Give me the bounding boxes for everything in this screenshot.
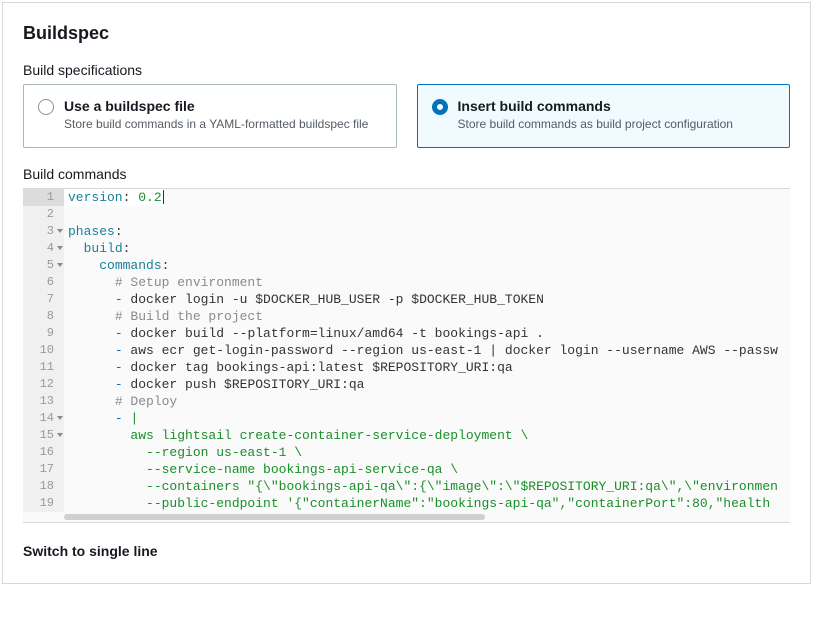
code-line[interactable]: 12 - docker push $REPOSITORY_URI:qa [23, 376, 790, 393]
code-line[interactable]: 10 - aws ecr get-login-password --region… [23, 342, 790, 359]
line-number: 1 [23, 189, 64, 206]
code-line[interactable]: 17 --service-name bookings-api-service-q… [23, 461, 790, 478]
option-desc: Store build commands in a YAML-formatted… [64, 117, 368, 133]
fold-icon[interactable] [57, 263, 63, 267]
switch-to-single-line-button[interactable]: Switch to single line [23, 543, 790, 559]
code-line[interactable]: 14 - | [23, 410, 790, 427]
line-number: 16 [23, 444, 64, 461]
line-number: 2 [23, 206, 64, 223]
code-content[interactable]: - | [64, 410, 138, 427]
option-title: Use a buildspec file [64, 97, 368, 115]
line-number: 12 [23, 376, 64, 393]
code-line[interactable]: 18 --containers "{\"bookings-api-qa\":{\… [23, 478, 790, 495]
code-content[interactable]: --containers "{\"bookings-api-qa\":{\"im… [64, 478, 778, 495]
line-number: 14 [23, 410, 64, 427]
fold-icon[interactable] [57, 416, 63, 420]
option-title: Insert build commands [458, 97, 733, 115]
code-line[interactable]: 13 # Deploy [23, 393, 790, 410]
code-line[interactable]: 19 --public-endpoint '{"containerName":"… [23, 495, 790, 512]
code-content[interactable]: --service-name bookings-api-service-qa \ [64, 461, 458, 478]
code-content[interactable]: build: [64, 240, 130, 257]
code-content[interactable]: - docker login -u $DOCKER_HUB_USER -p $D… [64, 291, 544, 308]
editor-horizontal-scrollbar[interactable] [64, 512, 790, 522]
code-content[interactable]: - docker push $REPOSITORY_URI:qa [64, 376, 364, 393]
panel-title: Buildspec [23, 23, 790, 44]
build-spec-label: Build specifications [23, 62, 790, 78]
line-number: 18 [23, 478, 64, 495]
option-use-buildspec-file[interactable]: Use a buildspec file Store build command… [23, 84, 397, 148]
line-number: 7 [23, 291, 64, 308]
code-line[interactable]: 15 aws lightsail create-container-servic… [23, 427, 790, 444]
option-desc: Store build commands as build project co… [458, 117, 733, 133]
line-number: 3 [23, 223, 64, 240]
line-number: 19 [23, 495, 64, 512]
code-line[interactable]: 2 [23, 206, 790, 223]
radio-icon [38, 99, 54, 115]
code-content[interactable]: - aws ecr get-login-password --region us… [64, 342, 778, 359]
code-content[interactable]: aws lightsail create-container-service-d… [64, 427, 528, 444]
code-line[interactable]: 3phases: [23, 223, 790, 240]
line-number: 5 [23, 257, 64, 274]
line-number: 13 [23, 393, 64, 410]
code-content[interactable]: phases: [64, 223, 123, 240]
code-content[interactable]: commands: [64, 257, 169, 274]
code-line[interactable]: 7 - docker login -u $DOCKER_HUB_USER -p … [23, 291, 790, 308]
code-line[interactable]: 11 - docker tag bookings-api:latest $REP… [23, 359, 790, 376]
code-line[interactable]: 4 build: [23, 240, 790, 257]
code-content[interactable]: version: 0.2 [64, 189, 164, 206]
buildspec-panel: Buildspec Build specifications Use a bui… [2, 2, 811, 584]
code-line[interactable]: 6 # Setup environment [23, 274, 790, 291]
code-content[interactable]: --region us-east-1 \ [64, 444, 302, 461]
fold-icon[interactable] [57, 433, 63, 437]
code-content[interactable]: --public-endpoint '{"containerName":"boo… [64, 495, 770, 512]
line-number: 8 [23, 308, 64, 325]
line-number: 9 [23, 325, 64, 342]
code-content[interactable]: - docker tag bookings-api:latest $REPOSI… [64, 359, 513, 376]
build-commands-label: Build commands [23, 166, 790, 182]
code-content[interactable]: # Build the project [64, 308, 263, 325]
line-number: 11 [23, 359, 64, 376]
code-content[interactable] [64, 206, 68, 223]
line-number: 4 [23, 240, 64, 257]
line-number: 10 [23, 342, 64, 359]
code-line[interactable]: 1version: 0.2 [23, 189, 790, 206]
build-spec-options: Use a buildspec file Store build command… [23, 84, 790, 148]
line-number: 17 [23, 461, 64, 478]
code-content[interactable]: # Deploy [64, 393, 177, 410]
line-number: 15 [23, 427, 64, 444]
radio-icon [432, 99, 448, 115]
build-commands-editor[interactable]: 1version: 0.223phases:4 build:5 commands… [23, 188, 790, 523]
code-content[interactable]: # Setup environment [64, 274, 263, 291]
code-line[interactable]: 8 # Build the project [23, 308, 790, 325]
code-line[interactable]: 9 - docker build --platform=linux/amd64 … [23, 325, 790, 342]
fold-icon[interactable] [57, 229, 63, 233]
fold-icon[interactable] [57, 246, 63, 250]
option-insert-build-commands[interactable]: Insert build commands Store build comman… [417, 84, 791, 148]
code-content[interactable]: - docker build --platform=linux/amd64 -t… [64, 325, 544, 342]
scrollbar-thumb[interactable] [64, 514, 485, 520]
line-number: 6 [23, 274, 64, 291]
code-line[interactable]: 16 --region us-east-1 \ [23, 444, 790, 461]
code-line[interactable]: 5 commands: [23, 257, 790, 274]
